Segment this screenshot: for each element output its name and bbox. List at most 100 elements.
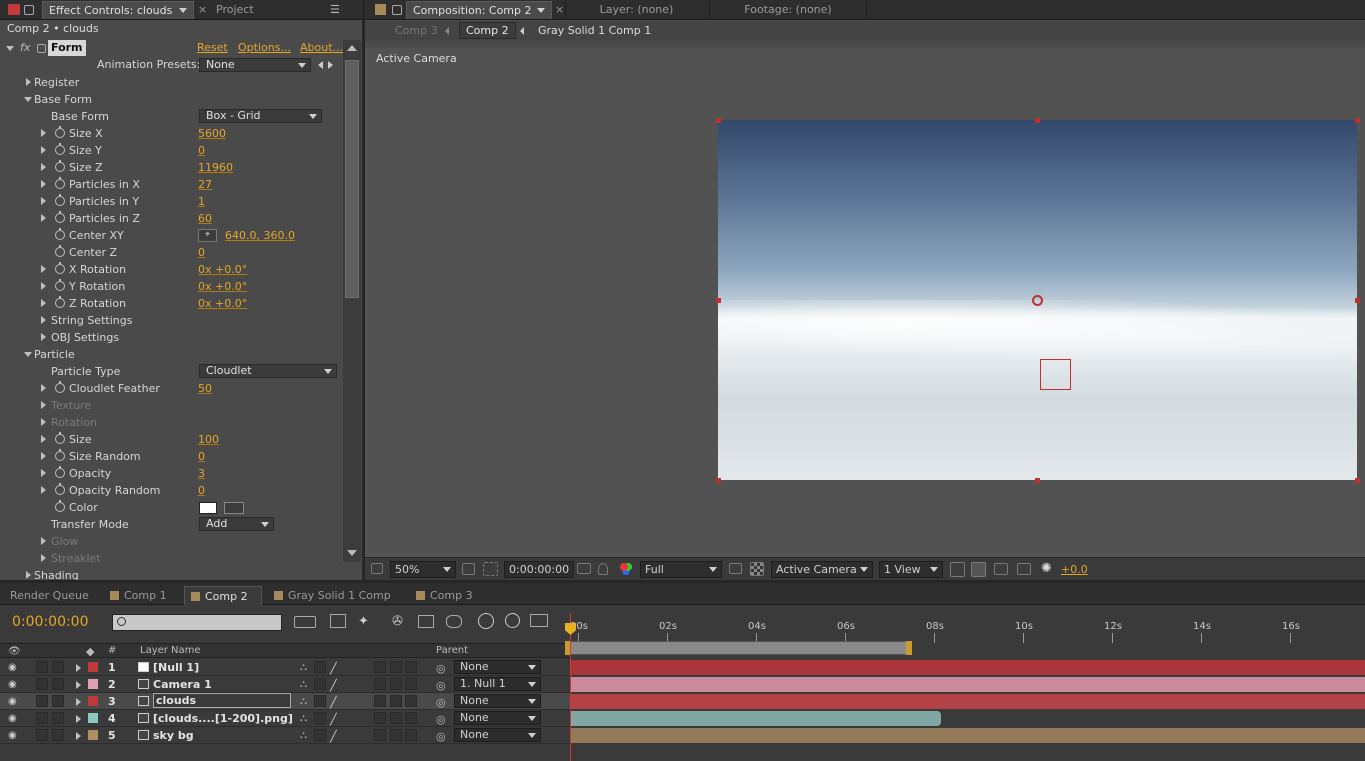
collapsed-triangle-icon[interactable]: [41, 486, 46, 494]
property-row[interactable]: Center Z 0: [0, 244, 343, 261]
effect-name[interactable]: Form: [48, 40, 86, 56]
shy-switch-icon[interactable]: ⛬: [300, 710, 307, 727]
property-row[interactable]: Center XY ⌖ 640.0, 360.0: [0, 227, 343, 244]
null-layer-outline[interactable]: [1040, 359, 1071, 390]
expand-layer-icon[interactable]: [76, 681, 81, 689]
collapsed-triangle-icon[interactable]: [41, 282, 46, 290]
transform-handle[interactable]: [1035, 478, 1040, 483]
scrollbar-thumb[interactable]: [345, 60, 359, 298]
parent-dropdown[interactable]: 1. Null 1: [454, 677, 541, 691]
layer-duration-bar[interactable]: [570, 677, 1365, 692]
property-row[interactable]: Z Rotation 0x +0.0°: [0, 295, 343, 312]
collapsed-triangle-icon[interactable]: [41, 197, 46, 205]
property-row[interactable]: Base Form: [0, 91, 343, 108]
pickwhip-icon[interactable]: ◎: [436, 711, 446, 728]
property-row[interactable]: Base Form Box - Grid: [0, 108, 343, 125]
expand-layer-icon[interactable]: [76, 664, 81, 672]
camera-view-dropdown[interactable]: Active Camera: [771, 561, 873, 578]
pickwhip-icon[interactable]: ◎: [436, 660, 446, 677]
timeline-tab[interactable]: Gray Solid 1 Comp 1: [268, 586, 404, 621]
layer-duration-bar[interactable]: [570, 711, 941, 726]
collapsed-triangle-icon[interactable]: [41, 214, 46, 222]
stopwatch-icon[interactable]: [55, 160, 65, 172]
stopwatch-icon[interactable]: [55, 279, 65, 291]
stopwatch-icon[interactable]: [55, 143, 65, 155]
label-color-swatch[interactable]: [88, 730, 98, 740]
property-row[interactable]: Y Rotation 0x +0.0°: [0, 278, 343, 295]
tab-project[interactable]: Project: [210, 1, 260, 19]
anchor-point-icon[interactable]: [1032, 295, 1043, 306]
toggle-pixel-aspect-icon[interactable]: [950, 562, 965, 577]
property-row[interactable]: Particles in X 27: [0, 176, 343, 193]
solo-switch[interactable]: [36, 729, 48, 741]
collapsed-triangle-icon[interactable]: [41, 146, 46, 154]
stopwatch-icon[interactable]: [55, 262, 65, 274]
property-value[interactable]: 0: [198, 244, 205, 261]
collapsed-triangle-icon[interactable]: [41, 265, 46, 273]
about-link[interactable]: About...: [300, 41, 343, 54]
fast-draft-icon[interactable]: [971, 562, 986, 577]
stopwatch-icon[interactable]: [55, 466, 65, 478]
fx-toggle-icon[interactable]: fx: [20, 41, 30, 54]
timeline-tab[interactable]: Comp 3: [410, 586, 486, 605]
property-row[interactable]: Shading: [0, 567, 343, 580]
scroll-up-icon[interactable]: [347, 45, 357, 51]
layer-row[interactable]: ◉ 4 [clouds....[1-200].png] ⛬ ╱ ◎ None: [0, 710, 570, 727]
lock-switch[interactable]: [52, 678, 64, 690]
transform-handle[interactable]: [716, 298, 721, 303]
auto-keyframe-icon[interactable]: [505, 613, 520, 628]
collapsed-triangle-icon[interactable]: [41, 537, 46, 545]
layer-row[interactable]: ◉ 2 Camera 1 ⛬ ╱ ◎ 1. Null 1: [0, 676, 570, 693]
chevron-down-icon[interactable]: [537, 8, 545, 13]
transform-handle[interactable]: [716, 118, 721, 123]
close-icon[interactable]: ×: [555, 3, 564, 16]
collapsed-triangle-icon[interactable]: [41, 299, 46, 307]
scroll-down-icon[interactable]: [347, 550, 357, 556]
switch-box[interactable]: [390, 661, 402, 673]
exposure-icon[interactable]: ✺: [1041, 561, 1052, 576]
tab-effect-controls[interactable]: Effect Controls: clouds: [42, 1, 194, 19]
label-color-swatch[interactable]: [88, 713, 98, 723]
eye-icon[interactable]: ◉: [8, 710, 17, 727]
property-row[interactable]: Size Random 0: [0, 448, 343, 465]
quality-slash-icon[interactable]: ╱: [330, 677, 337, 694]
quality-slash-icon[interactable]: ╱: [330, 728, 337, 745]
stopwatch-icon[interactable]: [55, 211, 65, 223]
quality-switch[interactable]: [314, 695, 326, 707]
solo-switch[interactable]: [36, 695, 48, 707]
eye-icon[interactable]: ◉: [8, 676, 17, 693]
timeline-tab[interactable]: Comp 1: [104, 586, 178, 605]
quality-switch[interactable]: [314, 729, 326, 741]
quality-switch[interactable]: [314, 661, 326, 673]
collapse-effect-icon[interactable]: [6, 46, 14, 51]
property-value[interactable]: 1: [198, 193, 205, 210]
next-preset-icon[interactable]: [328, 61, 333, 69]
frame-blending-icon[interactable]: ✇: [392, 614, 403, 629]
transform-handle[interactable]: [1355, 478, 1360, 483]
shy-switch-icon[interactable]: ⛬: [300, 659, 307, 676]
property-row[interactable]: Opacity Random 0: [0, 482, 343, 499]
property-row[interactable]: Texture: [0, 397, 343, 414]
time-ruler[interactable]: 00s 02s 04s 06s 08s 10s 12s 14s 16s: [565, 611, 1365, 643]
timeline-tab[interactable]: Comp 2 ×: [184, 586, 262, 622]
property-value[interactable]: 640.0, 360.0: [225, 227, 295, 244]
property-row[interactable]: Size X 5600: [0, 125, 343, 142]
lock-switch[interactable]: [52, 729, 64, 741]
layer-duration-bar[interactable]: [570, 660, 1365, 675]
layer-row[interactable]: ◉ 3 clouds ⛬ ╱ ◎ None: [0, 693, 570, 710]
layer-name[interactable]: sky bg: [153, 727, 194, 744]
channel-icon[interactable]: [619, 562, 633, 576]
quality-switch[interactable]: [314, 678, 326, 690]
stopwatch-icon[interactable]: [55, 432, 65, 444]
crumb-comp3[interactable]: Comp 3: [395, 24, 438, 37]
switch-box[interactable]: [390, 712, 402, 724]
stopwatch-icon[interactable]: [55, 500, 65, 512]
shy-switch-icon[interactable]: ⛬: [300, 727, 307, 744]
switch-box[interactable]: [374, 661, 386, 673]
lock-switch[interactable]: [52, 661, 64, 673]
collapsed-triangle-icon[interactable]: [41, 384, 46, 392]
property-row[interactable]: Color: [0, 499, 343, 516]
options-link[interactable]: Options...: [238, 41, 291, 54]
property-value[interactable]: 0: [198, 142, 205, 159]
property-value[interactable]: 11960: [198, 159, 233, 176]
